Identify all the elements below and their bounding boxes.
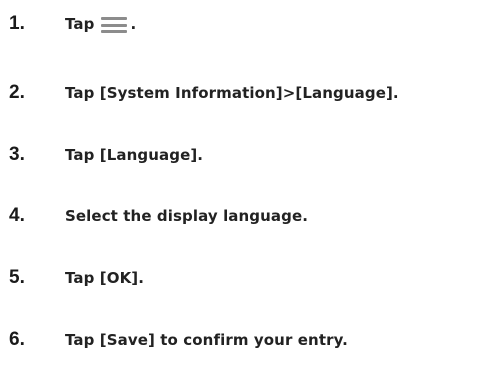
step-1: 1. Tap . [9, 9, 136, 39]
step-number: 5. [9, 267, 25, 288]
step-text: Select the display language. [65, 207, 309, 225]
step-4: 4. Select the display language. [9, 201, 308, 231]
step-text-before-icon: Tap [65, 15, 95, 33]
step-number: 2. [9, 82, 25, 103]
step-text: Tap [Save] to confirm your entry. [65, 331, 348, 349]
step-5: 5. Tap [OK]. [9, 263, 144, 293]
step-text-after-icon: . [130, 15, 137, 33]
hamburger-menu-icon [101, 17, 128, 33]
step-number: 3. [9, 144, 25, 165]
step-number: 1. [9, 13, 25, 34]
step-text: Tap . [65, 15, 136, 33]
step-text: Tap [Language]. [65, 146, 204, 164]
step-number: 4. [9, 205, 25, 226]
step-6: 6. Tap [Save] to confirm your entry. [9, 325, 348, 355]
step-3: 3. Tap [Language]. [9, 140, 203, 170]
step-2: 2. Tap [System Information]>[Language]. [9, 78, 399, 108]
step-text: Tap [OK]. [65, 269, 145, 287]
step-number: 6. [9, 329, 25, 350]
step-text: Tap [System Information]>[Language]. [65, 84, 399, 102]
